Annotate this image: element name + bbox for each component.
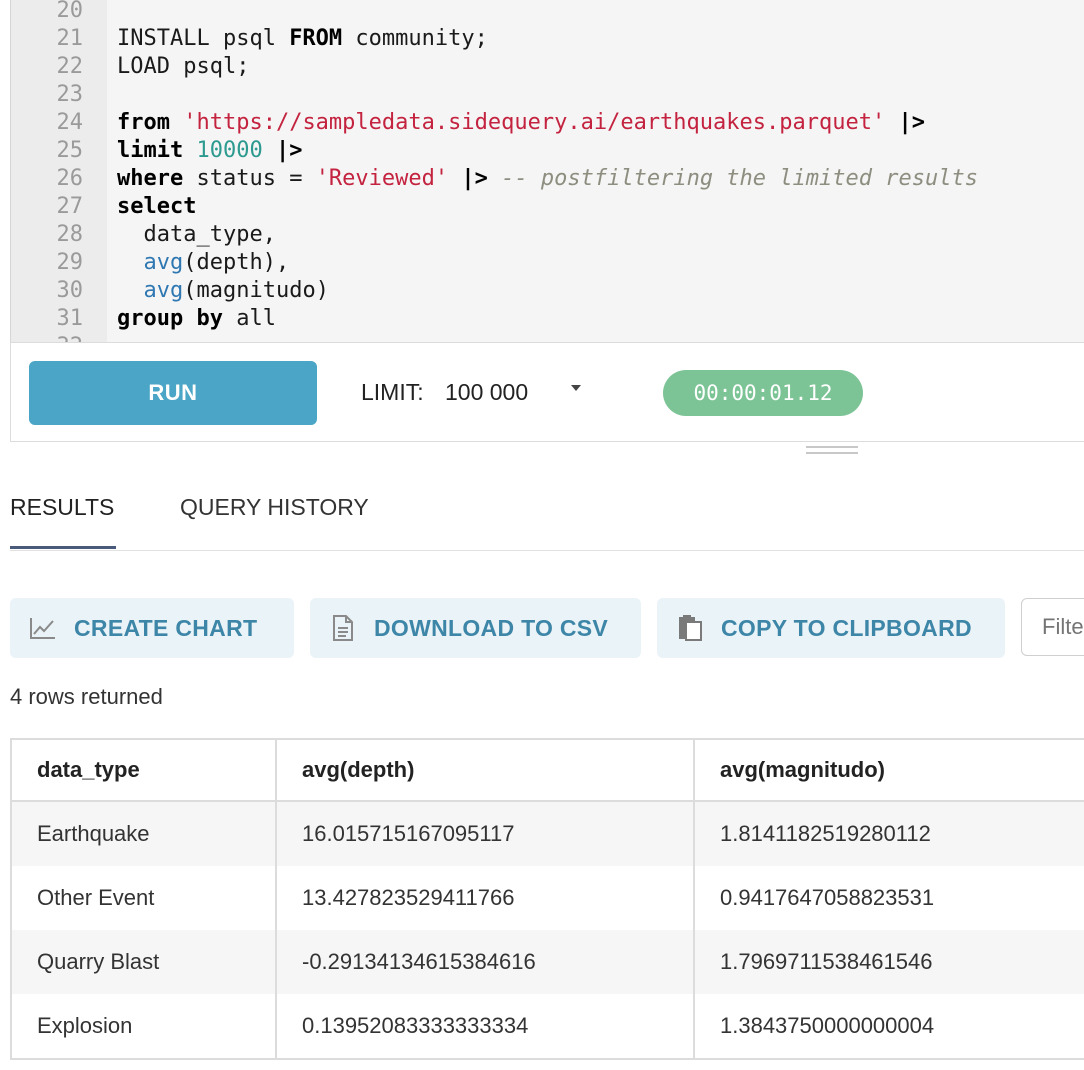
table-cell: -0.29134134615384616 (275, 930, 695, 994)
code-token: |> (275, 138, 303, 163)
copy-clipboard-button[interactable]: COPY TO CLIPBOARD (657, 598, 1005, 658)
table-cell: 1.7969711538461546 (693, 930, 1084, 994)
line-number: 30 (56, 278, 84, 303)
execution-time-badge: 00:00:01.12 (663, 370, 863, 416)
code-text: where status = 'Reviewed' |> -- postfilt… (117, 165, 978, 193)
line-chart-icon (28, 613, 58, 643)
download-csv-label: DOWNLOAD TO CSV (374, 614, 609, 641)
code-token: 'Reviewed' (315, 166, 449, 191)
column-header[interactable]: data_type (10, 738, 277, 802)
filter-input[interactable] (1021, 598, 1084, 656)
line-number: 31 (56, 306, 84, 331)
code-text: group by all (117, 305, 276, 333)
table-cell: Other Event (10, 866, 277, 930)
code-token: group by (117, 306, 223, 331)
code-text: limit 10000 |> (117, 137, 302, 165)
rows-returned-text: 4 rows returned (10, 684, 163, 709)
copy-clipboard-label: COPY TO CLIPBOARD (721, 614, 972, 641)
code-text: from 'https://sampledata.sidequery.ai/ea… (117, 109, 925, 137)
table-cell: Quarry Blast (10, 930, 277, 994)
table-header-row: data_type avg(depth) avg(magnitudo) (10, 738, 1084, 802)
code-token: (depth), (183, 250, 290, 275)
results-table: data_type avg(depth) avg(magnitudo) Eart… (10, 738, 1084, 1060)
sql-editor[interactable]: 20 21 INSTALL psql FROM community; 22 LOAD p… (10, 0, 1084, 342)
code-text: select (117, 193, 196, 221)
run-button[interactable]: RUN (29, 361, 317, 425)
code-token: 'https://sampledata.sidequery.ai/earthqu… (183, 110, 886, 135)
table-row: Other Event 13.427823529411766 0.9417647… (10, 866, 1084, 930)
resize-handle[interactable] (806, 446, 858, 456)
code-token: limit (117, 138, 184, 163)
code-text: INSTALL psql FROM community; (117, 25, 488, 53)
code-token: -- postfiltering the limited results (501, 166, 978, 191)
table-cell: 0.9417647058823531 (693, 866, 1084, 930)
line-number: 32 (11, 333, 84, 342)
limit-select[interactable]: 100 000 (445, 379, 528, 406)
code-token: 10000 (196, 138, 263, 163)
table-cell: Explosion (10, 994, 277, 1060)
line-number: 24 (56, 110, 84, 135)
code-token: LOAD psql; (117, 54, 250, 79)
code-token: FROM (289, 26, 343, 51)
line-number: 25 (56, 138, 84, 163)
line-number: 29 (56, 250, 84, 275)
active-tab-indicator (10, 546, 116, 549)
table-row: Earthquake 16.015715167095117 1.81411825… (10, 801, 1084, 866)
table-cell: 16.015715167095117 (275, 801, 695, 866)
tab-results[interactable]: RESULTS (10, 494, 114, 521)
code-token: |> (461, 166, 488, 191)
document-icon (328, 613, 358, 643)
table-cell: Earthquake (10, 801, 277, 866)
code-token: data_type, (117, 222, 276, 247)
table-cell: 0.13952083333333334 (275, 994, 695, 1060)
table-row: Quarry Blast -0.29134134615384616 1.7969… (10, 930, 1084, 994)
table-cell: 1.3843750000000004 (693, 994, 1084, 1060)
code-token: community; (342, 26, 488, 51)
clipboard-icon (675, 613, 705, 643)
code-token: avg (143, 250, 184, 275)
line-number: 26 (56, 166, 84, 191)
tab-query-history[interactable]: QUERY HISTORY (180, 494, 369, 521)
line-number: 27 (56, 194, 84, 219)
code-token: status = (183, 166, 316, 191)
download-csv-button[interactable]: DOWNLOAD TO CSV (310, 598, 641, 658)
line-number: 20 (56, 0, 84, 23)
code-token: all (222, 306, 276, 331)
code-text: data_type, (117, 221, 276, 249)
code-token: |> (898, 110, 925, 135)
code-text: avg(magnitudo) (117, 277, 329, 305)
create-chart-button[interactable]: CREATE CHART (10, 598, 294, 658)
column-header[interactable]: avg(depth) (275, 738, 695, 802)
query-toolbar: RUN LIMIT: 100 000 00:00:01.12 (10, 342, 1084, 442)
line-number: 21 (56, 26, 84, 51)
result-tabs: RESULTS QUERY HISTORY (10, 478, 1084, 551)
code-token: INSTALL psql (117, 26, 290, 51)
table-cell: 1.814118251928011​2 (693, 801, 1084, 866)
table-cell: 13.427823529411766 (275, 866, 695, 930)
limit-label: LIMIT: (361, 379, 424, 405)
caret-down-icon[interactable] (571, 385, 581, 391)
code-text: LOAD psql; (117, 53, 249, 81)
column-header[interactable]: avg(magnitudo) (693, 738, 1084, 802)
table-row: Explosion 0.13952083333333334 1.38437500… (10, 994, 1084, 1060)
code-token: avg (143, 278, 184, 303)
code-token: select (117, 194, 197, 219)
line-number: 28 (56, 222, 84, 247)
code-token: (magnitudo) (183, 278, 329, 303)
line-number: 22 (56, 54, 84, 79)
code-text: avg(depth), (117, 249, 290, 277)
code-token: from (117, 110, 170, 135)
create-chart-label: CREATE CHART (74, 614, 258, 641)
line-number: 23 (56, 82, 84, 107)
code-token: where (117, 166, 184, 191)
